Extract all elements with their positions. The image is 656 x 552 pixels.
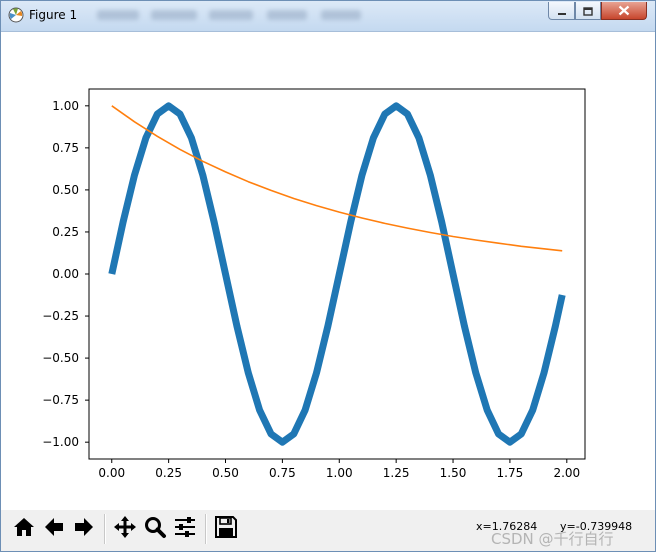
- home-icon: [12, 515, 36, 543]
- x-tick-label: 1.50: [440, 466, 467, 480]
- blurred-title-area: [151, 10, 197, 20]
- maximize-button[interactable]: [575, 2, 601, 20]
- close-button[interactable]: [601, 2, 647, 20]
- y-tick-label: −0.50: [42, 351, 79, 365]
- zoom-button[interactable]: [141, 515, 169, 543]
- navigation-toolbar: x=1.76284 y=-0.739948 CSDN @千行自行: [1, 510, 655, 551]
- matplotlib-icon: [8, 7, 24, 23]
- maximize-icon: [583, 1, 593, 20]
- forward-icon: [72, 515, 96, 543]
- y-tick-label: 0.75: [52, 141, 79, 155]
- toolbar-separator: [104, 514, 106, 544]
- y-tick-label: 0.25: [52, 225, 79, 239]
- y-tick-label: 0.00: [52, 267, 79, 281]
- line-chart[interactable]: 0.00 0.25 0.50 0.75 1.00 1.25 1.50 1.75 2.00 1.00…: [1, 32, 655, 510]
- x-tick-label: 1.25: [383, 466, 410, 480]
- blurred-title-area: [97, 10, 139, 20]
- figure-window: Figure 1 0.00 0.25 0.50 0.75 1.00 1.25 1.50 1.7…: [0, 0, 656, 552]
- x-tick-label: 0.25: [155, 466, 182, 480]
- x-tick-label: 0.00: [98, 466, 125, 480]
- zoom-icon: [143, 515, 167, 543]
- minimize-icon: [557, 1, 567, 20]
- pan-button[interactable]: [111, 515, 139, 543]
- watermark-text: CSDN @千行自行: [491, 530, 614, 548]
- y-tick-label: −0.75: [42, 393, 79, 407]
- configure-subplots-button[interactable]: [171, 515, 199, 543]
- blurred-title-area: [267, 10, 307, 20]
- y-tick-label: 0.50: [52, 183, 79, 197]
- y-tick-label: 1.00: [52, 99, 79, 113]
- x-tick-label: 2.00: [553, 466, 580, 480]
- figure-canvas[interactable]: 0.00 0.25 0.50 0.75 1.00 1.25 1.50 1.75 2.00 1.00…: [1, 32, 655, 510]
- blurred-title-area: [209, 10, 253, 20]
- window-title: Figure 1: [29, 8, 78, 22]
- title-bar[interactable]: Figure 1: [1, 1, 655, 32]
- x-tick-label: 1.75: [497, 466, 524, 480]
- x-tick-label: 0.50: [212, 466, 239, 480]
- back-button[interactable]: [40, 515, 68, 543]
- home-button[interactable]: [10, 515, 38, 543]
- close-icon: [618, 1, 630, 20]
- pan-icon: [113, 515, 137, 543]
- y-tick-label: −1.00: [42, 435, 79, 449]
- configure-subplots-icon: [173, 515, 197, 543]
- toolbar-separator: [205, 514, 207, 544]
- x-tick-label: 1.00: [326, 466, 353, 480]
- back-icon: [42, 515, 66, 543]
- save-button[interactable]: [212, 515, 240, 543]
- save-icon: [214, 515, 238, 543]
- x-tick-label: 0.75: [269, 466, 296, 480]
- minimize-button[interactable]: [548, 2, 575, 20]
- forward-button[interactable]: [70, 515, 98, 543]
- blurred-title-area: [321, 10, 361, 20]
- y-tick-label: −0.25: [42, 309, 79, 323]
